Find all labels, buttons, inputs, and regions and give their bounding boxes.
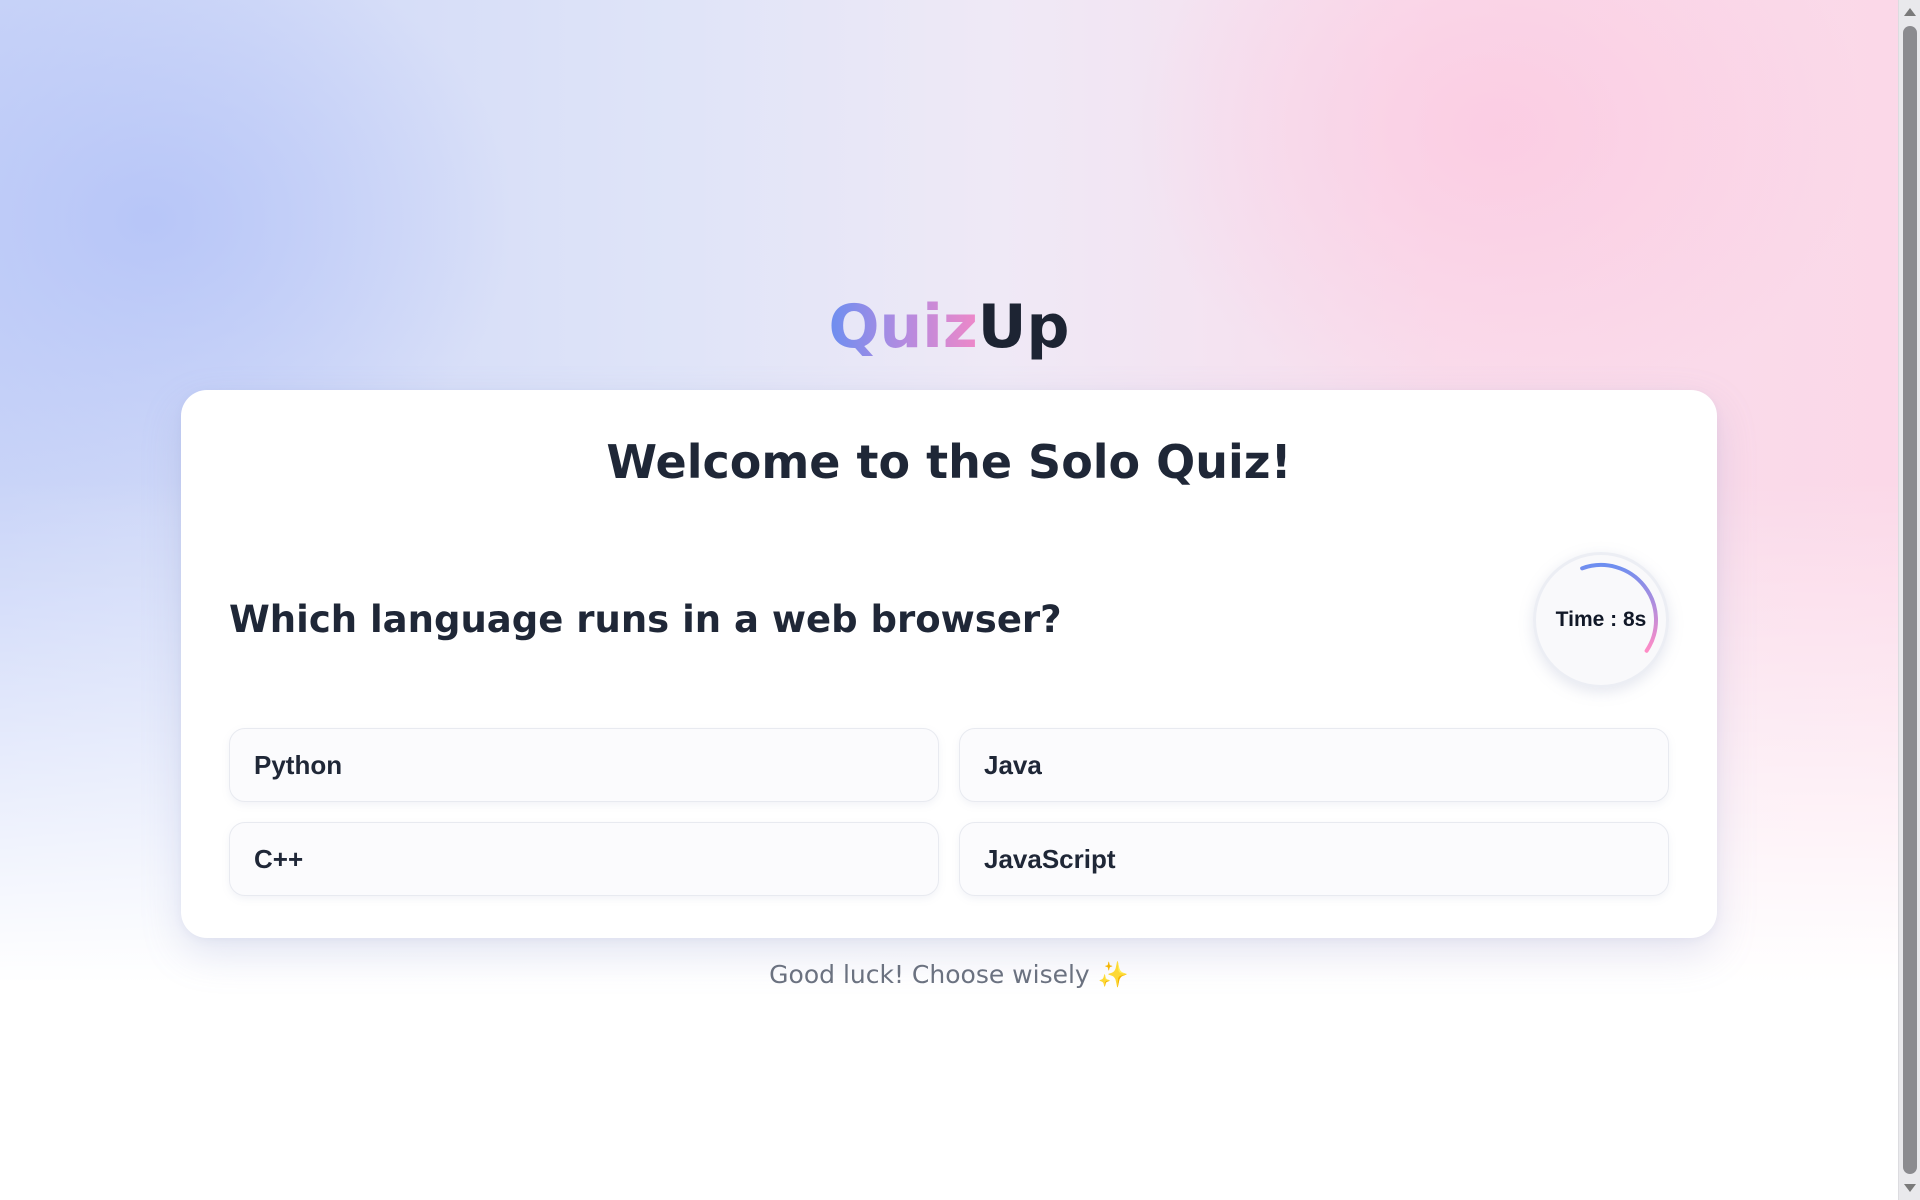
answer-grid: Python Java C++ JavaScript	[229, 728, 1669, 896]
logo-up-text: Up	[977, 292, 1070, 362]
timer-widget: Time : 8s	[1533, 552, 1669, 688]
app-logo: QuizUp	[0, 287, 1898, 367]
scroll-down-arrow-icon[interactable]	[1904, 1184, 1916, 1192]
quiz-title: Welcome to the Solo Quiz!	[606, 435, 1292, 489]
footer-message: Good luck! Choose wisely ✨	[0, 958, 1898, 992]
quiz-card: Welcome to the Solo Quiz! Which language…	[181, 390, 1717, 938]
answer-option-javascript[interactable]: JavaScript	[959, 822, 1669, 896]
scroll-thumb[interactable]	[1903, 26, 1917, 1174]
sparkle-icon: ✨	[1097, 960, 1129, 989]
vertical-scrollbar[interactable]	[1898, 0, 1920, 1200]
footer-text: Good luck! Choose wisely	[769, 960, 1090, 989]
answer-option-python[interactable]: Python	[229, 728, 939, 802]
question-text: Which language runs in a web browser?	[229, 598, 1062, 641]
scroll-up-arrow-icon[interactable]	[1904, 8, 1916, 16]
answer-option-java[interactable]: Java	[959, 728, 1669, 802]
logo-quiz-text: Quiz	[828, 292, 978, 362]
answer-option-cpp[interactable]: C++	[229, 822, 939, 896]
timer-label: Time : 8s	[1555, 608, 1647, 631]
